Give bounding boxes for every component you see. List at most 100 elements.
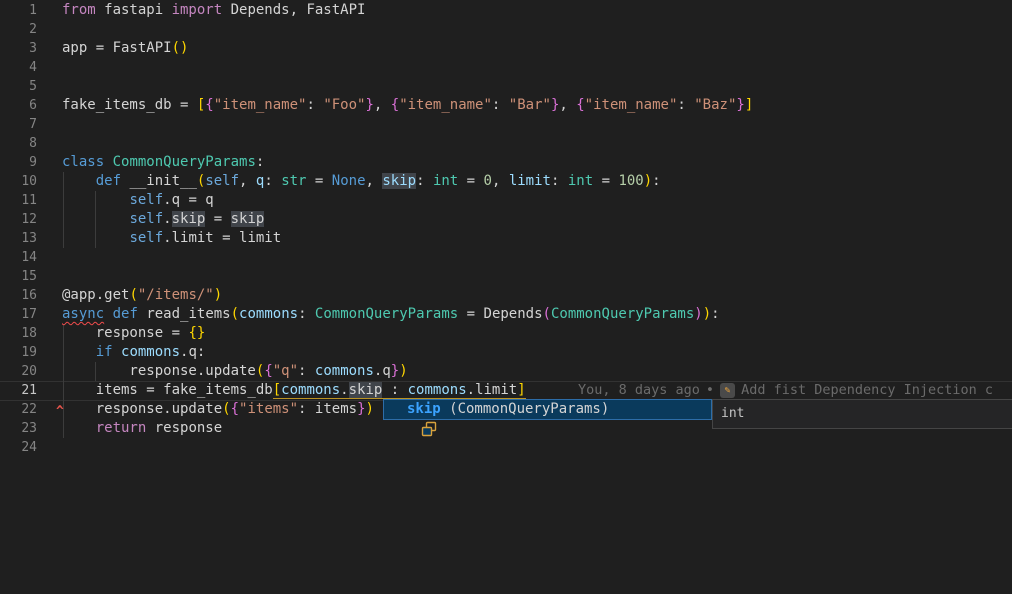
code-text: self.q = q bbox=[62, 191, 214, 210]
code-token: items = fake_items_db bbox=[62, 382, 273, 398]
line-number[interactable]: 8 bbox=[0, 134, 37, 153]
blame-message: Add fist Dependency Injection c bbox=[741, 381, 993, 400]
code-token bbox=[62, 173, 96, 189]
code-token bbox=[62, 420, 96, 436]
line-number[interactable]: 3 bbox=[0, 39, 37, 58]
code-token: ( bbox=[231, 306, 239, 322]
code-text: return response bbox=[62, 419, 222, 438]
code-line[interactable]: 5 bbox=[0, 77, 1012, 96]
code-token: : bbox=[677, 97, 694, 113]
code-token: ) bbox=[399, 363, 407, 379]
code-token: 0 bbox=[484, 173, 492, 189]
code-token: , bbox=[559, 97, 576, 113]
code-token: None bbox=[332, 173, 366, 189]
code-token: ] bbox=[745, 97, 753, 113]
code-token: : bbox=[264, 173, 281, 189]
code-token: , bbox=[492, 173, 509, 189]
line-number[interactable]: 22 bbox=[0, 400, 37, 419]
line-number[interactable]: 11 bbox=[0, 191, 37, 210]
suggestion-signature: (CommonQueryParams) bbox=[441, 400, 610, 419]
line-number[interactable]: 17 bbox=[0, 305, 37, 324]
line-number[interactable]: 1 bbox=[0, 1, 37, 20]
code-token: { bbox=[205, 97, 213, 113]
code-text: def __init__(self, q: str = None, skip: … bbox=[62, 172, 661, 191]
code-line[interactable]: 18 response = {} bbox=[0, 324, 1012, 343]
suggest-item[interactable]: skip (CommonQueryParams) bbox=[383, 399, 712, 420]
line-number[interactable]: 16 bbox=[0, 286, 37, 305]
git-blame-annotation[interactable]: You, 8 days ago • ✎ Add fist Dependency … bbox=[578, 381, 993, 400]
code-line[interactable]: 15 bbox=[0, 267, 1012, 286]
code-line[interactable]: 11 self.q = q bbox=[0, 191, 1012, 210]
line-number[interactable]: 23 bbox=[0, 419, 37, 438]
line-number[interactable]: 18 bbox=[0, 324, 37, 343]
code-token: { bbox=[576, 97, 584, 113]
code-token: @app.get bbox=[62, 287, 129, 303]
code-line[interactable]: 12 self.skip = skip bbox=[0, 210, 1012, 229]
code-line[interactable]: 3app = FastAPI() bbox=[0, 39, 1012, 58]
code-token: { bbox=[264, 363, 272, 379]
line-number[interactable]: 21 bbox=[0, 381, 37, 400]
code-line[interactable]: 20 response.update({"q": commons.q}) bbox=[0, 362, 1012, 381]
code-line[interactable]: 4 bbox=[0, 58, 1012, 77]
code-line[interactable]: 8 bbox=[0, 134, 1012, 153]
line-number[interactable]: 19 bbox=[0, 343, 37, 362]
line-number[interactable]: 12 bbox=[0, 210, 37, 229]
code-line[interactable]: 14 bbox=[0, 248, 1012, 267]
code-line[interactable]: 16@app.get("/items/") bbox=[0, 286, 1012, 305]
code-line[interactable]: 24 bbox=[0, 438, 1012, 457]
code-line[interactable]: 7 bbox=[0, 115, 1012, 134]
error-caret: ^ bbox=[56, 404, 64, 419]
code-line[interactable]: 13 self.limit = limit bbox=[0, 229, 1012, 248]
code-text: from fastapi import Depends, FastAPI bbox=[62, 1, 365, 20]
code-token: class bbox=[62, 154, 104, 170]
line-number[interactable]: 14 bbox=[0, 248, 37, 267]
code-token: .q bbox=[374, 363, 391, 379]
line-number[interactable]: 20 bbox=[0, 362, 37, 381]
code-line[interactable]: 17async def read_items(commons: CommonQu… bbox=[0, 305, 1012, 324]
code-token: , bbox=[239, 173, 256, 189]
blame-separator: • bbox=[706, 381, 714, 400]
code-token: ( bbox=[129, 287, 137, 303]
code-token bbox=[62, 211, 129, 227]
code-line[interactable]: 9class CommonQueryParams: bbox=[0, 153, 1012, 172]
code-token: skip bbox=[172, 211, 206, 227]
code-token: ] bbox=[517, 382, 525, 399]
code-line[interactable]: 1 from fastapi import Depends, FastAPI bbox=[0, 1, 1012, 20]
code-token: , bbox=[374, 97, 391, 113]
code-token: "Foo" bbox=[323, 97, 365, 113]
blame-author: You, 8 days ago bbox=[578, 381, 700, 400]
code-token bbox=[62, 192, 129, 208]
code-token: : bbox=[298, 363, 315, 379]
line-number[interactable]: 13 bbox=[0, 229, 37, 248]
code-token: () bbox=[172, 40, 189, 56]
code-text: response.update({"q": commons.q}) bbox=[62, 362, 408, 381]
code-token: = bbox=[205, 211, 230, 227]
code-token: : bbox=[711, 306, 719, 322]
code-token: skip bbox=[382, 173, 416, 189]
line-number[interactable]: 7 bbox=[0, 115, 37, 134]
code-line[interactable]: 10 def __init__(self, q: str = None, ski… bbox=[0, 172, 1012, 191]
line-number[interactable]: 2 bbox=[0, 20, 37, 39]
code-token: commons bbox=[408, 382, 467, 399]
code-token: from bbox=[62, 2, 96, 18]
code-token: "/items/" bbox=[138, 287, 214, 303]
line-number[interactable]: 5 bbox=[0, 77, 37, 96]
code-token: : items bbox=[298, 401, 357, 417]
code-token bbox=[62, 344, 96, 360]
line-number[interactable]: 24 bbox=[0, 438, 37, 457]
code-token: [ bbox=[273, 382, 281, 399]
code-token: "item_name" bbox=[585, 97, 678, 113]
line-number[interactable]: 10 bbox=[0, 172, 37, 191]
code-token: {} bbox=[188, 325, 205, 341]
line-number[interactable]: 6 bbox=[0, 96, 37, 115]
line-number[interactable]: 15 bbox=[0, 267, 37, 286]
code-token: : bbox=[492, 97, 509, 113]
pencil-icon: ✎ bbox=[720, 383, 735, 398]
line-number[interactable]: 4 bbox=[0, 58, 37, 77]
code-line[interactable]: 6fake_items_db = [{"item_name": "Foo"}, … bbox=[0, 96, 1012, 115]
line-number[interactable]: 9 bbox=[0, 153, 37, 172]
code-line[interactable]: 19 if commons.q: bbox=[0, 343, 1012, 362]
code-line[interactable]: 2 bbox=[0, 20, 1012, 39]
code-token: : bbox=[551, 173, 568, 189]
code-token: fake_items_db = bbox=[62, 97, 197, 113]
